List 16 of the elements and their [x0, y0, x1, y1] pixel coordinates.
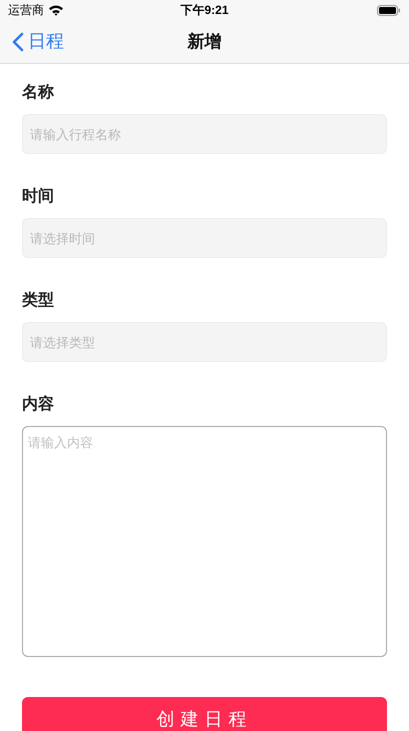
- picker-field[interactable]: 请选择类型: [22, 322, 387, 362]
- picker-field[interactable]: 请选择时间: [22, 218, 387, 258]
- status-time: 下午9:21: [180, 2, 229, 19]
- field-label: 时间: [22, 186, 55, 207]
- content-field[interactable]: 请输入内容: [22, 426, 387, 657]
- back-button[interactable]: 日程: [0, 28, 64, 55]
- page-title: 新增: [188, 30, 222, 53]
- field-label: 名称: [22, 82, 55, 103]
- carrier-name: 运营商: [8, 2, 44, 19]
- field-label: 内容: [22, 394, 55, 415]
- field-label: 类型: [22, 290, 55, 311]
- wifi-icon: [48, 4, 64, 16]
- chevron-left-icon: [12, 32, 24, 52]
- battery-icon: [377, 4, 401, 16]
- name-field[interactable]: 请输入行程名称: [22, 114, 387, 154]
- create-button[interactable]: 创建日程: [22, 697, 387, 731]
